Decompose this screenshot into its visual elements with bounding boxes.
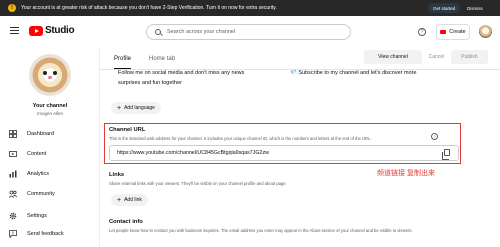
security-banner: ! Your account is at greater risk of att… — [0, 0, 500, 16]
youtube-logo-icon — [29, 25, 43, 36]
account-avatar[interactable] — [479, 25, 492, 38]
warning-icon: ! — [8, 4, 16, 12]
sidebar: Your channel Imogen Allen Dashboard Cont… — [0, 48, 100, 247]
plus-icon: + — [117, 196, 122, 204]
analytics-icon — [8, 170, 17, 178]
sidebar-item-label: Dashboard — [27, 131, 54, 137]
plus-icon: + — [117, 104, 122, 112]
create-label: Create — [449, 29, 466, 35]
camera-icon — [440, 30, 447, 34]
sidebar-item-settings[interactable]: Settings — [8, 212, 47, 220]
tab-bar: Profile Home tab — [114, 48, 193, 70]
sidebar-item-community[interactable]: Community — [8, 190, 55, 198]
studio-logo[interactable]: Studio — [29, 25, 75, 36]
diamond-icon: 💎 — [290, 70, 297, 76]
sidebar-item-dashboard[interactable]: Dashboard — [8, 130, 54, 138]
community-icon — [8, 190, 17, 198]
search-placeholder: Search across your channel — [167, 29, 236, 35]
gear-icon — [8, 212, 17, 220]
sidebar-item-label: Analytics — [27, 171, 50, 177]
description-line-1b-text: Subscribe to my channel and let's discov… — [298, 70, 417, 76]
description-line-1: Follow me on social media and don't miss… — [118, 70, 245, 76]
annotation-text: 频道链接 复制出来 — [377, 170, 435, 177]
add-language-button[interactable]: + Add language — [111, 102, 161, 114]
tab-profile[interactable]: Profile — [114, 48, 132, 70]
menu-icon[interactable] — [10, 27, 19, 36]
add-language-label: Add language — [124, 105, 155, 111]
sidebar-item-analytics[interactable]: Analytics — [8, 170, 49, 178]
contact-title: Contact info — [109, 219, 143, 225]
tab-home[interactable]: Home tab — [149, 48, 175, 70]
sidebar-item-label: Content — [27, 151, 47, 157]
feedback-icon — [8, 230, 17, 238]
sidebar-item-label: Community — [27, 191, 55, 197]
add-link-button[interactable]: + Add link — [111, 194, 148, 206]
help-icon[interactable]: ? — [418, 28, 426, 36]
create-button[interactable]: Create — [436, 24, 470, 40]
logo-text: Studio — [45, 25, 75, 36]
publish-button[interactable]: Publish — [451, 50, 488, 64]
sidebar-item-content[interactable]: Content — [8, 150, 46, 158]
top-header: Studio Search across your channel ? Crea… — [0, 16, 500, 48]
content-icon — [8, 150, 17, 158]
cancel-button[interactable]: Cancel — [423, 50, 450, 64]
sidebar-item-label: Send feedback — [27, 231, 64, 237]
channel-title: Your channel — [32, 103, 68, 109]
avatar-eye — [53, 71, 57, 75]
search-icon — [155, 29, 161, 35]
sidebar-item-feedback[interactable]: Send feedback — [8, 230, 64, 238]
links-desc: Share external links with your viewers. … — [109, 181, 286, 186]
dashboard-icon — [8, 130, 17, 138]
view-channel-button[interactable]: View channel — [364, 50, 422, 64]
channel-subtitle: Imogen Allen — [36, 111, 64, 116]
dismiss-button[interactable]: Dismiss — [462, 3, 488, 13]
highlight-box — [104, 123, 461, 164]
channel-avatar[interactable] — [29, 54, 71, 96]
description-line-1b: 💎 Subscribe to my channel and let's disc… — [290, 69, 417, 77]
links-title: Links — [109, 172, 125, 178]
add-link-label: Add link — [124, 197, 142, 203]
description-line-2: surprises and fun together — [118, 80, 182, 86]
avatar-nose — [48, 76, 52, 79]
get-started-button[interactable]: Get started — [428, 3, 461, 13]
search-input[interactable]: Search across your channel — [146, 24, 351, 40]
sidebar-item-label: Settings — [27, 213, 47, 219]
banner-message: Your account is at greater risk of attac… — [21, 5, 277, 11]
avatar-eye — [43, 71, 47, 75]
contact-desc: Let people know how to contact you with … — [109, 228, 413, 233]
